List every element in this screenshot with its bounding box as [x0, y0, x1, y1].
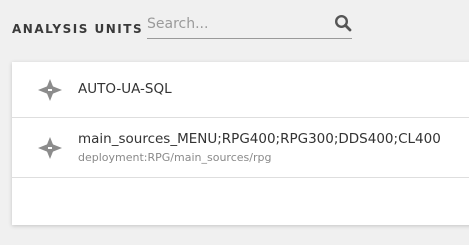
analysis-units-header: ANALYSIS UNITS: [0, 0, 469, 62]
analysis-unit-icon: [38, 79, 62, 101]
analysis-unit-name: main_sources_MENU;RPG400;RPG300;DDS400;C…: [78, 131, 441, 147]
search-input[interactable]: [147, 11, 327, 37]
analysis-unit-item[interactable]: AUTO-UA-SQL: [12, 62, 469, 118]
analysis-unit-item[interactable]: main_sources_MENU;RPG400;RPG300;DDS400;C…: [12, 118, 469, 178]
search-icon[interactable]: [334, 14, 352, 32]
analysis-unit-icon: [38, 137, 62, 159]
analysis-unit-deployment: deployment:RPG/main_sources/rpg: [78, 151, 272, 164]
search-box[interactable]: [147, 11, 352, 39]
section-title: ANALYSIS UNITS: [12, 22, 144, 36]
analysis-units-list: AUTO-UA-SQL main_sources_MENU;RPG400;RPG…: [12, 62, 469, 225]
analysis-unit-name: AUTO-UA-SQL: [78, 81, 172, 97]
